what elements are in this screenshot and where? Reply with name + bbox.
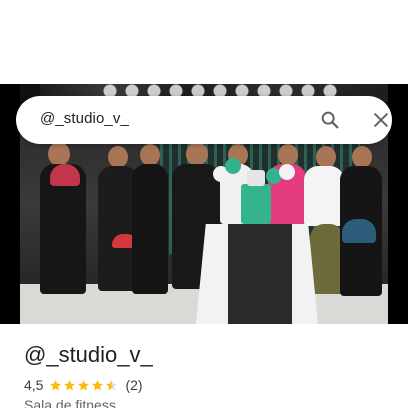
search-icon[interactable]: [316, 106, 344, 134]
star-icon: [64, 379, 76, 390]
star-icon: [78, 379, 90, 390]
search-bar[interactable]: @_studio_v_: [16, 96, 392, 144]
star-icon: [50, 379, 62, 390]
star-half-icon: [106, 379, 118, 390]
place-category: Sala de fitness: [24, 397, 116, 408]
map-top-area: [0, 0, 408, 84]
place-details-panel: @_studio_v_ 4,5 (2) Sala de fitness: [0, 324, 408, 408]
rating-stars: [49, 379, 119, 392]
rating-row[interactable]: 4,5 (2): [24, 376, 143, 394]
search-input[interactable]: @_studio_v_: [40, 110, 129, 127]
review-count[interactable]: (2): [125, 377, 142, 393]
place-title: @_studio_v_: [24, 342, 153, 367]
close-icon[interactable]: [367, 106, 395, 134]
rating-value: 4,5: [24, 377, 44, 393]
star-icon: [92, 379, 104, 390]
